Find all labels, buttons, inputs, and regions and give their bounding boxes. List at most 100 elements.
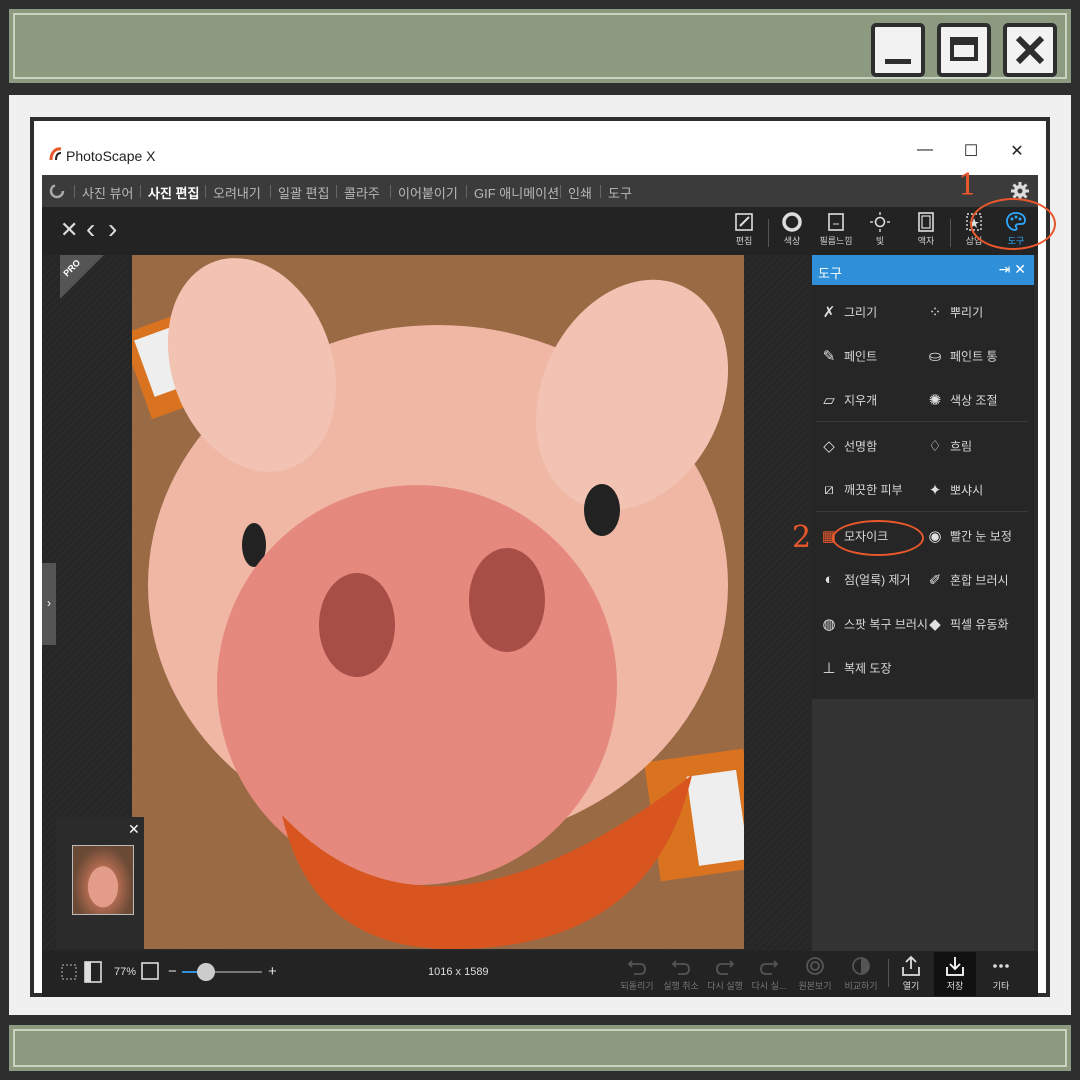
fullscreen-icon[interactable] <box>140 961 160 981</box>
retro-maximize-button[interactable] <box>937 23 991 77</box>
tool-color-adjust[interactable]: ✺ 색상 조절 <box>924 391 998 409</box>
app-title: PhotoScape X <box>66 148 156 164</box>
save-icon <box>946 957 964 976</box>
close-photo-button[interactable]: ✕ <box>60 217 78 243</box>
tool-bloom[interactable]: ✦ 뽀샤시 <box>924 481 983 499</box>
thumbnail-strip: ✕ <box>56 817 144 949</box>
zoom-level: 77% <box>114 966 137 978</box>
save-button[interactable]: 저장 <box>934 952 976 996</box>
menu-print[interactable]: 인쇄 <box>568 183 592 202</box>
chevron-right-icon: › <box>47 596 51 610</box>
tool-clean-skin[interactable]: ⧄ 깨끗한 피부 <box>818 481 902 498</box>
compare-icon <box>852 957 870 975</box>
photo-canvas-area[interactable]: PRO <box>42 255 812 951</box>
original-button[interactable]: 원본보기 <box>794 955 836 992</box>
tool-mix-brush[interactable]: ✐ 혼합 브러시 <box>924 571 1009 589</box>
tool-red-eye[interactable]: ◉ 빨간 눈 보정 <box>924 527 1011 545</box>
menu-photo-editor[interactable]: 사진 편집 <box>148 183 199 202</box>
undo-icon <box>671 960 690 975</box>
tool-liquify[interactable]: ◆ 픽셀 유동화 <box>924 615 1008 633</box>
pig-illustration <box>132 255 744 949</box>
pig-photo[interactable] <box>132 255 744 949</box>
film-icon <box>828 213 844 231</box>
red-eye-icon: ◉ <box>928 528 942 545</box>
annotation-step-2: 2 <box>792 520 812 555</box>
editor-workspace: ✕ ‹ › 편집 색상 필름느낌 빛 액자 삽입 도구 PRO › ✕ 도구 ⇥… <box>42 207 1038 997</box>
redo-all-button[interactable]: 다시 실... <box>748 955 790 992</box>
tool-light[interactable]: 빛 <box>858 211 902 247</box>
sidebar-toggle[interactable]: › <box>42 563 56 645</box>
tool-paint-bucket[interactable]: ⛀ 페인트 통 <box>924 347 998 365</box>
open-icon <box>902 955 920 976</box>
blur-drop-icon: ♢ <box>928 438 942 455</box>
tool-edit[interactable]: 편집 <box>722 211 766 247</box>
close-button[interactable]: ✕ <box>1002 141 1032 161</box>
edit-icon <box>735 213 753 231</box>
app-titlebar: PhotoScape X — ☐ ✕ <box>34 121 1046 171</box>
color-icon <box>782 212 802 232</box>
fit-grid-icon[interactable] <box>60 963 78 981</box>
menu-batch-edit[interactable]: 일괄 편집 <box>278 183 329 202</box>
more-button[interactable]: 기타 <box>980 955 1022 992</box>
tool-spot-healing[interactable]: ◍ 스팟 복구 브러시 <box>818 615 928 633</box>
menu-gif-animation[interactable]: GIF 애니메이션 <box>474 183 559 202</box>
maximize-button[interactable]: ☐ <box>956 141 986 161</box>
split-view-icon[interactable] <box>84 961 102 983</box>
revert-button[interactable]: 되돌리기 <box>616 955 658 992</box>
retro-statusbar <box>6 1022 1074 1074</box>
prev-photo-button[interactable]: ‹ <box>86 213 95 245</box>
spot-removal-icon: ◐ <box>824 571 834 588</box>
redo-button[interactable]: 다시 실행 <box>704 955 746 992</box>
main-menu: 사진 뷰어 사진 편집 오려내기 일괄 편집 콜라주 이어붙이기 GIF 애니메… <box>42 175 1038 207</box>
undo-button[interactable]: 실행 취소 <box>660 955 702 992</box>
menu-combine[interactable]: 이어붙이기 <box>398 183 458 202</box>
liquify-drop-icon: ◆ <box>929 616 941 633</box>
menu-tools[interactable]: 도구 <box>608 183 632 202</box>
clone-stamp-icon: ⊥ <box>822 660 836 677</box>
thumbnail-close-button[interactable]: ✕ <box>128 821 140 838</box>
annotation-ring-tools <box>970 198 1056 250</box>
photo-thumbnail[interactable] <box>72 845 134 915</box>
more-icon <box>993 964 1009 968</box>
open-button[interactable]: 열기 <box>890 955 932 992</box>
tools-panel-title: 도구 <box>818 266 842 281</box>
tool-film[interactable]: 필름느낌 <box>814 211 858 247</box>
tool-draw[interactable]: ✗ 그리기 <box>818 303 877 321</box>
photoscape-home-icon[interactable] <box>48 182 66 200</box>
photoscape-logo-icon <box>49 147 62 161</box>
close-icon <box>1015 35 1045 65</box>
tool-color[interactable]: 색상 <box>770 211 814 247</box>
editor-toolbar: ✕ ‹ › 편집 색상 필름느낌 빛 액자 삽입 도구 <box>42 207 1038 255</box>
tool-sharpen[interactable]: ◇ 선명함 <box>818 437 877 455</box>
spray-icon: ⁘ <box>928 304 942 321</box>
retro-close-button[interactable] <box>1003 23 1057 77</box>
minimize-button[interactable]: — <box>910 141 940 159</box>
menu-cut-out[interactable]: 오려내기 <box>213 183 261 202</box>
tools-panel: 도구 ⇥ ✕ ✗ 그리기 ⁘ 뿌리기 ✎ 페인트 ⛀ 페인트 통 ▱ 지우개 ✺ 색상 조절… <box>812 255 1038 951</box>
tool-blur[interactable]: ♢ 흐림 <box>924 437 972 455</box>
menu-collage[interactable]: 콜라주 <box>344 183 380 202</box>
light-icon <box>870 212 890 232</box>
redo-all-icon <box>760 960 779 975</box>
zoom-slider-knob[interactable] <box>197 963 215 981</box>
tool-frame[interactable]: 액자 <box>904 211 948 247</box>
compare-button[interactable]: 비교하기 <box>840 955 882 992</box>
status-bar: 77% − + 1016 x 1589 되돌리기 실행 취소 다시 실행 다시 … <box>42 951 1038 997</box>
retro-minimize-button[interactable] <box>871 23 925 77</box>
sharpen-icon: ◇ <box>823 438 835 455</box>
photoscape-window: PhotoScape X — ☐ ✕ 사진 뷰어 사진 편집 오려내기 일괄 편… <box>30 117 1050 997</box>
next-photo-button[interactable]: › <box>108 213 117 245</box>
zoom-in-button[interactable]: + <box>268 963 277 980</box>
tool-clone-stamp[interactable]: ⊥ 복제 도장 <box>818 659 891 677</box>
zoom-out-button[interactable]: − <box>168 963 177 980</box>
tools-panel-body: ✗ 그리기 ⁘ 뿌리기 ✎ 페인트 ⛀ 페인트 통 ▱ 지우개 ✺ 색상 조절 ◇ 선명함 ♢… <box>812 285 1034 699</box>
annotation-step-1: 1 <box>958 168 978 203</box>
tool-paint[interactable]: ✎ 페인트 <box>818 347 877 365</box>
draw-icon: ✗ <box>822 304 836 321</box>
menu-photo-viewer[interactable]: 사진 뷰어 <box>82 183 133 202</box>
pin-close-icon[interactable]: ⇥ ✕ <box>999 261 1026 278</box>
tool-eraser[interactable]: ▱ 지우개 <box>818 391 877 409</box>
tool-spot-removal[interactable]: ◐ 점(얼룩) 제거 <box>818 571 910 588</box>
tool-spray[interactable]: ⁘ 뿌리기 <box>924 303 983 321</box>
image-dimensions: 1016 x 1589 <box>428 966 489 978</box>
